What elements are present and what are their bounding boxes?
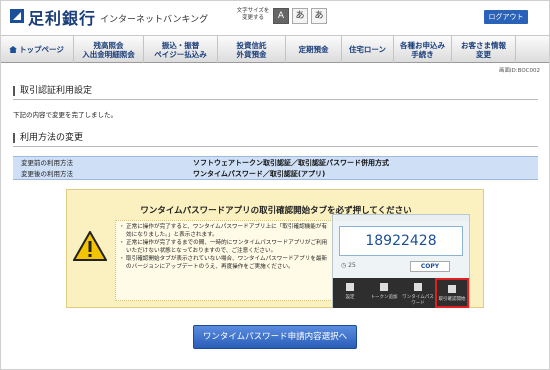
service-name: インターネットバンキング xyxy=(100,15,209,25)
app-status-bar xyxy=(333,215,469,221)
section-title-auth-settings: 取引認証利用設定 xyxy=(13,86,92,96)
tab-label: ワンタイムパスワード xyxy=(402,295,434,306)
nav-item-balance[interactable]: 残高照会 入出金明細照会 xyxy=(74,36,144,63)
section-title-method-change: 利用方法の変更 xyxy=(13,133,83,143)
bank-name: 足利銀行 xyxy=(28,9,97,28)
notice-box: ワンタイムパスワードアプリの取引確認開始タブを必ず押してください 正常に操作が完… xyxy=(66,189,484,308)
settings-icon xyxy=(346,283,354,291)
bank-logo-icon xyxy=(10,9,24,23)
lock-icon xyxy=(414,283,422,291)
app-tab-bar: 設定 トークン追加 ワンタイムパスワード 取引確認開始 xyxy=(333,278,469,308)
app-tab-add-token: トークン追加 xyxy=(367,278,401,308)
method-change-table: 変更前の利用方法 ソフトウェアトークン取引認証／取引認証パスワード併用方式 変更… xyxy=(13,156,538,180)
completion-message: 下記の内容で変更を完了しました。 xyxy=(13,111,117,119)
nav-item-customer-info[interactable]: お客さま情報 変更 xyxy=(452,36,516,63)
proceed-otp-application-button[interactable]: ワンタイムパスワード申請内容選択へ xyxy=(193,325,357,349)
tab-label: トークン追加 xyxy=(370,295,398,300)
otp-display: 18922428 xyxy=(339,226,463,256)
nav-label: トップページ xyxy=(19,45,64,54)
font-size-small-button[interactable]: A xyxy=(273,8,289,24)
notice-bullet: 正常に操作が完了すると、ワンタイムパスワードアプリ上に「取引確認機能が有効になり… xyxy=(119,223,328,239)
otp-timer: ◷ 25 xyxy=(341,262,356,269)
tab-label: 取引確認開始 xyxy=(438,297,466,302)
logout-button[interactable]: ログアウト xyxy=(484,10,528,24)
section-divider xyxy=(13,99,538,100)
app-tab-settings: 設定 xyxy=(333,278,367,308)
row-label: 変更後の利用方法 xyxy=(21,170,73,178)
list-icon xyxy=(380,283,388,291)
nav-item-top[interactable]: トップページ xyxy=(0,36,74,63)
table-row: 変更後の利用方法 ワンタイムパスワード／取引認証(アプリ) xyxy=(13,168,538,180)
nav-item-investment[interactable]: 投資信託 外貨預金 xyxy=(218,36,286,63)
font-size-label: 文字サイズを変更する xyxy=(236,8,270,21)
timer-value: 25 xyxy=(348,262,356,269)
notice-bullets: 正常に操作が完了すると、ワンタイムパスワードアプリ上に「取引確認機能が有効になり… xyxy=(115,220,333,301)
nav-item-transfer[interactable]: 振込・振替 ペイジー払込み xyxy=(144,36,218,63)
main-nav: トップページ 残高照会 入出金明細照会 振込・振替 ペイジー払込み 投資信託 外… xyxy=(0,35,550,63)
nav-item-housing-loan[interactable]: 住宅ローン xyxy=(342,36,394,63)
screen-id: 画面ID:BOC002 xyxy=(498,68,540,74)
notice-bullet: 取引確認開始タブが表示されていない場合、ワンタイムパスワードアプリを最新のバージ… xyxy=(119,255,328,271)
app-tab-start-confirmation: 取引確認開始 xyxy=(435,278,469,308)
nav-item-applications[interactable]: 各種お申込み 手続き xyxy=(394,36,452,63)
header: 足利銀行 インターネットバンキング 文字サイズを変更する A あ あ ログアウト xyxy=(0,0,550,33)
tab-label: 設定 xyxy=(345,295,355,300)
app-tab-otp: ワンタイムパスワード xyxy=(401,278,435,308)
warning-icon xyxy=(73,231,107,261)
nav-item-time-deposit[interactable]: 定期預金 xyxy=(286,36,342,63)
font-size-medium-button[interactable]: あ xyxy=(292,8,308,24)
section-divider xyxy=(13,146,538,147)
font-size-large-button[interactable]: あ xyxy=(311,8,327,24)
copy-button: COPY xyxy=(410,261,450,272)
row-value: ワンタイムパスワード／取引認証(アプリ) xyxy=(193,170,326,178)
home-icon xyxy=(9,46,18,53)
notice-bullet: 正常に操作が完了するまでの間、一時的にワンタイムパスワードアプリがご利用いただけ… xyxy=(119,239,328,255)
app-screenshot: 18922428 ◷ 25 COPY 設定 トークン追加 ワンタイムパスワード … xyxy=(332,214,470,308)
document-icon xyxy=(448,285,456,293)
